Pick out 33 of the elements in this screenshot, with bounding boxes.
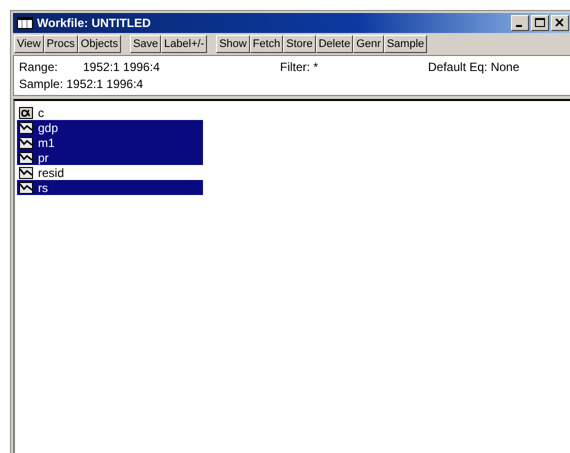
object-item[interactable]: pr (17, 150, 203, 165)
line-graph-icon (19, 122, 33, 134)
toolbar-button[interactable]: Objects (78, 35, 122, 53)
window-title: Workfile: UNTITLED (37, 16, 152, 30)
window-icon (17, 17, 33, 29)
alpha-icon (19, 106, 33, 118)
range-value: 1952:1 1996:4 (83, 59, 161, 76)
line-graph-icon (19, 152, 33, 164)
maximize-icon[interactable] (531, 15, 549, 31)
line-graph-icon (19, 166, 33, 178)
range-label: Range: (19, 59, 59, 76)
default-eq-text: Default Eq: None (428, 59, 520, 76)
object-item[interactable]: m1 (17, 135, 203, 150)
toolbar-button[interactable]: View (14, 35, 44, 53)
toolbar-button[interactable]: Fetch (250, 35, 284, 53)
toolbar-button[interactable]: Delete (316, 35, 354, 53)
object-item[interactable]: resid (17, 165, 203, 180)
toolbar-button[interactable]: Show (216, 35, 250, 53)
toolbar-button[interactable]: Sample (384, 35, 428, 53)
object-item[interactable]: gdp (17, 120, 203, 135)
close-icon[interactable] (551, 15, 569, 31)
line-graph-icon (19, 136, 33, 148)
object-item[interactable]: c (17, 105, 203, 120)
sample-text: Sample: 1952:1 1996:4 (19, 76, 144, 93)
toolbar-button[interactable]: Save (130, 35, 162, 53)
toolbar-button[interactable]: Procs (44, 35, 78, 53)
toolbar-button[interactable]: Label+/- (161, 35, 208, 53)
object-item[interactable]: rs (17, 180, 203, 195)
minimize-icon[interactable] (511, 15, 529, 31)
toolbar-button[interactable]: Store (283, 35, 316, 53)
filter-text: Filter: * (280, 59, 320, 76)
toolbar-button[interactable]: Genr (353, 35, 384, 53)
line-graph-icon (19, 182, 33, 194)
